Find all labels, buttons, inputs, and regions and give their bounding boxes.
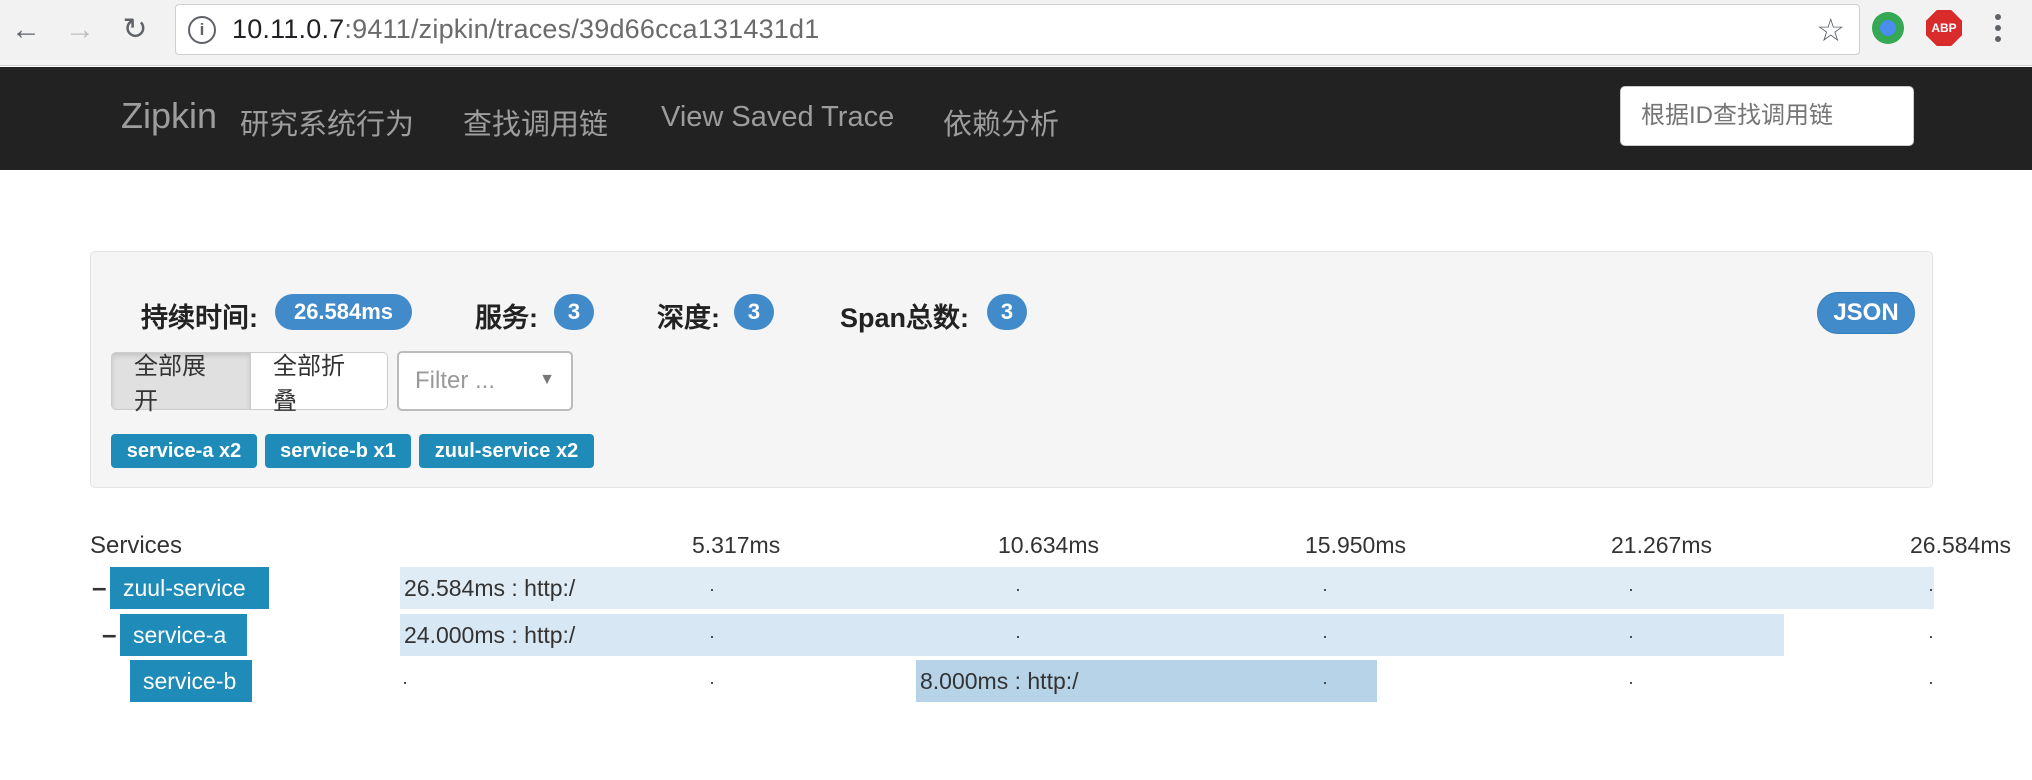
app-navbar: Zipkin 研究系统行为 查找调用链 View Saved Trace 依赖分… [0, 67, 2032, 170]
brand-logo[interactable]: Zipkin [121, 95, 217, 137]
collapse-toggle-zuul-service[interactable]: – [92, 572, 106, 603]
service-label-zuul-service[interactable]: zuul-service [110, 567, 269, 609]
timeline-tick-5: 26.584ms [1910, 532, 2012, 558]
services-label: 服务: [475, 303, 538, 333]
trace-summary-panel: 持续时间: 26.584ms 服务: 3 深度: 3 Span总数: 3 JSO… [90, 251, 1933, 488]
depth-badge: 3 [734, 294, 774, 330]
chevron-down-icon: ▼ [539, 371, 555, 388]
span-count-badge: 3 [987, 294, 1027, 330]
service-label-service-a[interactable]: service-a [120, 614, 247, 656]
browser-toolbar: ← → ↻ i 10.11.0.7:9411/zipkin/traces/39d… [0, 0, 2032, 66]
service-label-service-b[interactable]: service-b [130, 660, 252, 702]
expand-collapse-group: 全部展开 全部折叠 [111, 352, 388, 415]
timeline-tick-2: 10.634ms [998, 532, 1100, 558]
services-count-badge: 3 [554, 294, 594, 330]
timeline-tick-1: 5.317ms [692, 532, 781, 558]
service-tag-zuul-service[interactable]: zuul-service x2 [419, 434, 594, 468]
json-button[interactable]: JSON [1817, 292, 1915, 334]
bookmark-star-icon[interactable]: ☆ [1816, 11, 1845, 49]
duration-badge: 26.584ms [275, 294, 412, 330]
back-arrow-icon[interactable]: ← [6, 10, 46, 50]
adblock-icon[interactable]: ABP [1926, 10, 1962, 46]
trace-id-search-input[interactable] [1620, 86, 1914, 146]
collapse-toggle-service-a[interactable]: – [102, 619, 116, 650]
span-label-service-b: 8.000ms : http:/ [920, 668, 1079, 694]
address-bar[interactable]: i 10.11.0.7:9411/zipkin/traces/39d66cca1… [175, 4, 1860, 55]
collapse-all-button[interactable]: 全部折叠 [251, 352, 388, 415]
forward-arrow-icon[interactable]: → [60, 10, 100, 50]
nav-link-view-saved-trace[interactable]: View Saved Trace [661, 101, 894, 134]
timeline-tick-3: 15.950ms [1305, 532, 1407, 558]
info-icon[interactable]: i [188, 15, 216, 44]
service-filter-select[interactable]: Filter ... ▼ [397, 351, 573, 411]
depth-label: 深度: [657, 303, 720, 333]
url-host: 10.11.0.7 [232, 14, 345, 44]
timeline-tick-4: 21.267ms [1611, 532, 1713, 558]
service-tag-service-b[interactable]: service-b x1 [265, 434, 411, 468]
filter-placeholder: Filter ... [415, 367, 496, 394]
duration-label: 持续时间: [141, 303, 258, 333]
extension-icon[interactable] [1872, 12, 1904, 44]
reload-icon[interactable]: ↻ [115, 10, 155, 50]
url-path: :9411/zipkin/traces/39d66cca131431d1 [344, 14, 820, 44]
span-label-zuul-service: 26.584ms : http:/ [404, 575, 576, 601]
services-column-header: Services [90, 532, 183, 559]
nav-link-dependencies[interactable]: 依赖分析 [943, 101, 1059, 143]
span-count-label: Span总数: [840, 303, 970, 333]
span-bar-service-a[interactable] [400, 614, 1784, 656]
nav-link-find-trace[interactable]: 查找调用链 [463, 101, 608, 143]
service-tag-service-a[interactable]: service-a x2 [111, 434, 257, 468]
browser-menu-icon[interactable] [1986, 8, 2010, 48]
span-label-service-a: 24.000ms : http:/ [404, 622, 576, 648]
nav-link-research[interactable]: 研究系统行为 [240, 101, 414, 143]
url-text[interactable]: 10.11.0.7:9411/zipkin/traces/39d66cca131… [232, 14, 819, 45]
expand-all-button[interactable]: 全部展开 [111, 352, 251, 415]
span-bar-zuul-service[interactable] [400, 567, 1934, 609]
